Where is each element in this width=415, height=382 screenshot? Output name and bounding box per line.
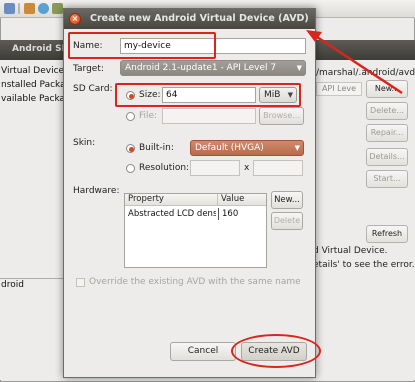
chevron-down-icon: ▼ (294, 144, 300, 152)
delete-avd-button[interactable]: Delete... (366, 102, 408, 120)
target-label: Target: (73, 64, 104, 74)
annotation-arrow (306, 30, 403, 95)
skin-builtin-select[interactable]: Default (HVGA) ▼ (190, 140, 304, 156)
skin-resolution-radio[interactable] (126, 164, 135, 173)
hardware-row-property[interactable]: Abstracted LCD densit (128, 209, 216, 219)
hardware-new-button[interactable]: New... (271, 191, 303, 209)
sd-file-radio[interactable] (126, 112, 135, 121)
skin-resolution-label: Resolution: (139, 163, 190, 173)
sd-file-input[interactable] (162, 108, 256, 124)
dialog-title: Create new Android Virtual Device (AVD) (90, 13, 309, 24)
details-avd-button[interactable]: Details... (366, 148, 408, 166)
repair-avd-button[interactable]: Repair... (366, 124, 408, 142)
toolbar-app-icon[interactable] (4, 3, 15, 14)
highlight-sd-size (115, 83, 301, 107)
sd-card-label: SD Card: (73, 84, 113, 94)
highlight-name-field (68, 32, 216, 59)
toolbar-separator (18, 3, 20, 14)
resolution-height-input[interactable] (253, 160, 303, 176)
cell-cursor (218, 208, 219, 220)
hardware-column-property[interactable]: Property (125, 194, 218, 206)
hardware-row-value[interactable]: 160 (222, 209, 264, 219)
toolbar-tool-icon[interactable] (24, 3, 35, 14)
skin-label: Skin: (73, 138, 96, 148)
skin-builtin-radio[interactable] (126, 144, 135, 153)
skin-builtin-value: Default (HVGA) (195, 143, 264, 153)
override-checkbox[interactable] (76, 278, 85, 287)
status-text-line-2: etails' to see the error. (313, 260, 415, 270)
highlight-create-button (231, 334, 321, 368)
background-title: Android SD (12, 44, 70, 54)
close-icon[interactable]: × (69, 13, 81, 25)
sidebar-item-available-packages[interactable]: vailable Packag (1, 94, 71, 104)
status-text-line-1: d Virtual Device. (313, 246, 388, 256)
sd-file-label: File: (139, 111, 158, 121)
toolbar-run-icon[interactable] (52, 3, 63, 14)
refresh-button[interactable]: Refresh (366, 225, 408, 243)
override-label: Override the existing AVD with the same … (89, 277, 301, 287)
start-avd-button[interactable]: Start... (366, 170, 408, 188)
target-select[interactable]: Android 2.1-update1 - API Level 7 ▼ (120, 60, 306, 76)
hardware-label: Hardware: (73, 186, 120, 196)
hardware-column-value[interactable]: Value (218, 194, 266, 206)
resolution-separator: x (244, 163, 250, 173)
cancel-button[interactable]: Cancel (170, 342, 236, 361)
toolbar-globe-icon[interactable] (38, 3, 49, 14)
bottom-pane-label: droid (1, 280, 24, 290)
target-select-value: Android 2.1-update1 - API Level 7 (125, 63, 277, 73)
skin-builtin-label: Built-in: (139, 143, 174, 153)
browse-button[interactable]: Browse... (259, 107, 304, 125)
sidebar-item-virtual-devices[interactable]: Virtual Devices (1, 66, 69, 76)
sidebar-item-installed-packages[interactable]: nstalled Packag (1, 80, 71, 90)
hardware-delete-button[interactable]: Delete (271, 212, 303, 230)
resolution-width-input[interactable] (190, 160, 240, 176)
